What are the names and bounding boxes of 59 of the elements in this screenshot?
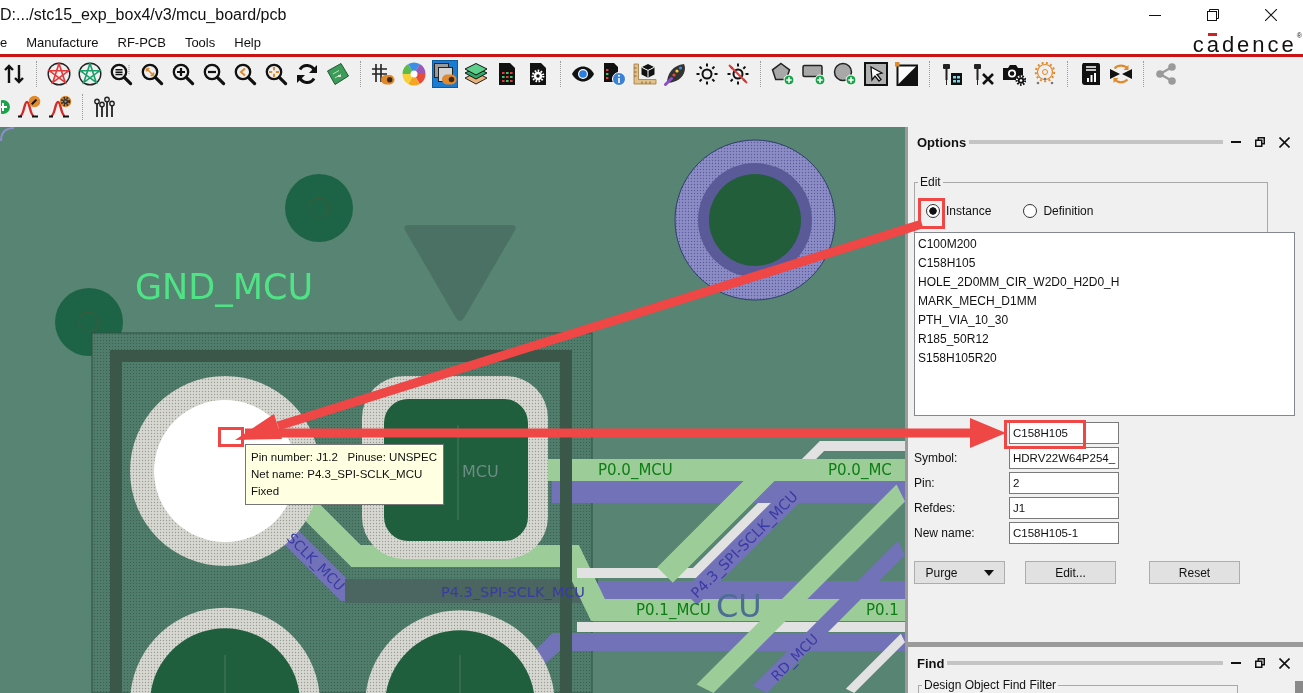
menu-item[interactable]: Help	[234, 34, 261, 50]
menu-item[interactable]: Tools	[184, 34, 216, 50]
field-label: New name:	[914, 526, 976, 540]
list-item[interactable]: MARK_MECH_D1MM	[918, 292, 1037, 311]
list-item[interactable]: PTH_VIA_10_30	[918, 311, 1009, 330]
list-item[interactable]: C158H105	[918, 254, 976, 273]
tooltip-text: Pin number: J1.2 Pinuse: UNSPEC	[251, 450, 437, 465]
group-title: Edit	[919, 175, 942, 189]
drag-handle[interactable]	[969, 140, 1223, 144]
text-field[interactable]: C158H105-1	[1009, 522, 1119, 544]
via-pad	[285, 174, 353, 242]
text-field[interactable]: J1	[1009, 497, 1119, 519]
window-title: D:.../stc15_exp_box4/v3/mcu_board/pcb	[0, 6, 287, 24]
field-label: Symbol:	[914, 451, 959, 465]
radio-option[interactable]: Definition	[1023, 204, 1094, 218]
radio-icon[interactable]	[926, 204, 940, 218]
net-label: P0.0_MC	[828, 461, 892, 479]
board-outline	[0, 127, 15, 142]
restore-icon[interactable]	[1255, 658, 1265, 668]
logo-accent-icon	[1207, 33, 1217, 36]
radio-icon[interactable]	[1023, 204, 1038, 218]
text-field[interactable]: C158H105	[1009, 422, 1119, 444]
menu-item[interactable]: RF-PCB	[117, 34, 166, 50]
close-icon[interactable]	[1279, 657, 1290, 669]
close-icon[interactable]	[1279, 136, 1290, 148]
button[interactable]: Edit...	[1025, 561, 1116, 584]
close-icon[interactable]	[1265, 9, 1277, 21]
list-item[interactable]: HOLE_2D0MM_CIR_W2D0_H2D0_H	[918, 273, 1120, 292]
menu-item[interactable]: Manufacture	[26, 34, 99, 50]
highlight-box	[918, 198, 945, 229]
tooltip-text: Net name: P4.3_SPI-SCLK_MCU	[251, 467, 424, 482]
list-item[interactable]: C100M200	[918, 235, 977, 254]
group-title: Design Object Find Filter	[923, 678, 1058, 692]
field-label: Pin:	[914, 476, 936, 490]
panel-title: Find	[917, 655, 945, 671]
restore-icon[interactable]	[1207, 9, 1219, 21]
restore-icon[interactable]	[1255, 137, 1265, 147]
logo-text: cadence	[1192, 36, 1297, 54]
highlight-box	[218, 427, 244, 447]
tooltip-text: Fixed	[251, 484, 281, 499]
field-label: Refdes:	[914, 501, 957, 515]
scrollbar[interactable]	[1295, 681, 1303, 693]
net-label: GND_MCU	[135, 267, 313, 307]
net-label: P0.1	[866, 601, 899, 619]
radio-option[interactable]: Instance	[926, 204, 992, 218]
dropdown-button[interactable]: Purge	[914, 561, 1005, 584]
text-field[interactable]: 2	[1009, 472, 1119, 494]
list-item[interactable]: R185_50R12	[918, 330, 989, 349]
menu-item[interactable]: e	[0, 34, 8, 50]
button[interactable]: Reset	[1149, 561, 1240, 584]
list-item[interactable]: S158H105R20	[918, 349, 997, 368]
caret-icon[interactable]	[983, 569, 994, 576]
net-label: P0.1_MCU	[636, 601, 711, 619]
panel-title: Options	[917, 134, 967, 150]
component-label: MCU	[462, 462, 499, 481]
minimize-icon[interactable]	[1149, 14, 1161, 16]
net-label: P0.0_MCU	[598, 461, 673, 479]
text-field[interactable]: HDRV22W64P254_	[1009, 447, 1119, 469]
drag-handle[interactable]	[947, 661, 1223, 665]
